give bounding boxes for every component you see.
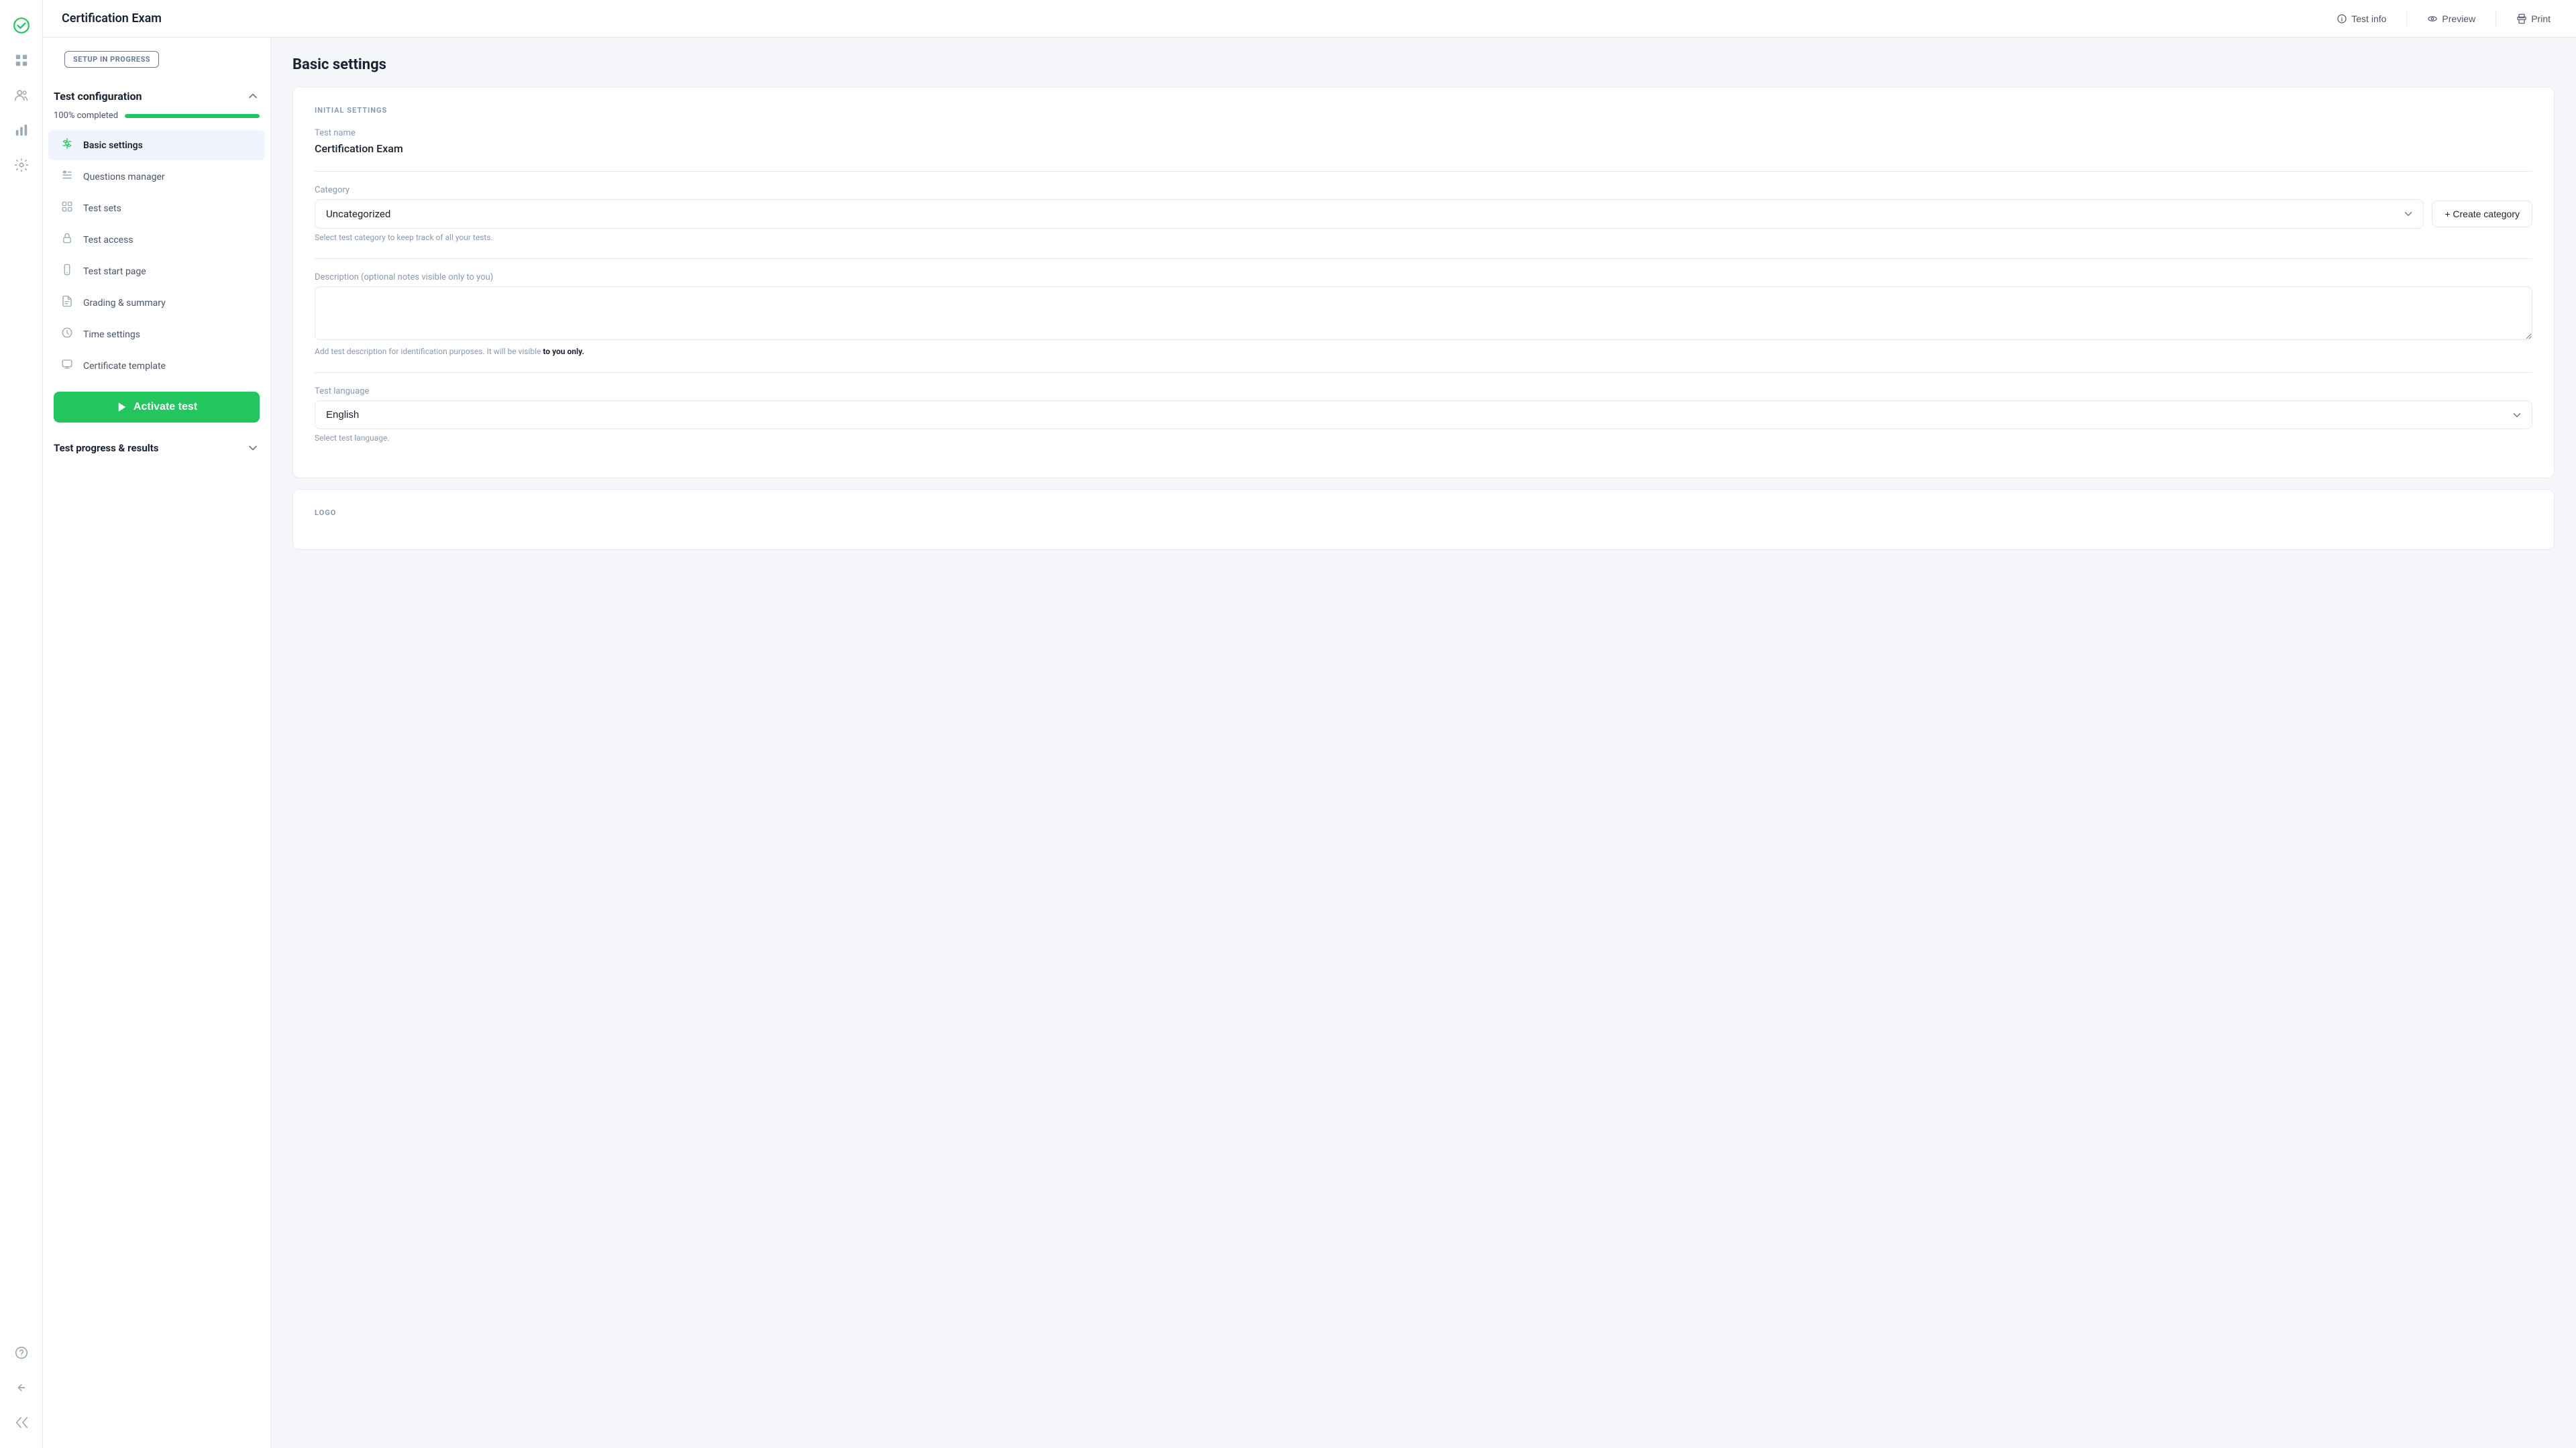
preview-label: Preview bbox=[2442, 13, 2475, 24]
header-actions: Test info Preview Print bbox=[2330, 9, 2557, 28]
preview-button[interactable]: Preview bbox=[2420, 9, 2482, 28]
description-hint: Add test description for identification … bbox=[315, 347, 2532, 356]
sidebar-help[interactable] bbox=[7, 1338, 36, 1368]
test-info-button[interactable]: Test info bbox=[2330, 9, 2393, 28]
info-icon bbox=[2337, 13, 2347, 24]
nav-test-sets[interactable]: Test sets bbox=[48, 193, 265, 223]
print-button[interactable]: Print bbox=[2510, 9, 2557, 28]
phone-icon bbox=[59, 264, 75, 279]
nav-time-settings[interactable]: Time settings bbox=[48, 319, 265, 349]
top-header: Certification Exam Test info Preview bbox=[43, 0, 2576, 38]
test-name-value: Certification Exam bbox=[315, 142, 2532, 155]
language-label: Test language bbox=[315, 386, 2532, 396]
badge-icon bbox=[59, 358, 75, 374]
sidebar-gear[interactable] bbox=[7, 150, 36, 180]
sidebar-back[interactable] bbox=[7, 1373, 36, 1402]
nav-test-access-label: Test access bbox=[83, 235, 133, 245]
nav-time-settings-label: Time settings bbox=[83, 329, 140, 340]
test-config-section[interactable]: Test configuration bbox=[43, 84, 270, 108]
description-label: Description (optional notes visible only… bbox=[315, 272, 2532, 282]
nav-grading-label: Grading & summary bbox=[83, 298, 166, 309]
nav-certificate-label: Certificate template bbox=[83, 361, 166, 372]
create-category-label: + Create category bbox=[2445, 209, 2520, 219]
collapse-icon bbox=[246, 89, 260, 103]
print-icon bbox=[2516, 13, 2527, 24]
description-hint-bold: to you only. bbox=[543, 347, 584, 356]
sidebar-users[interactable] bbox=[7, 80, 36, 110]
language-dropdown-wrapper: English bbox=[315, 400, 2532, 429]
test-progress-title: Test progress & results bbox=[54, 442, 158, 454]
config-sidebar: SETUP IN PROGRESS Test configuration 100… bbox=[43, 38, 271, 1448]
initial-settings-label: INITIAL SETTINGS bbox=[315, 106, 2532, 115]
test-info-label: Test info bbox=[2351, 13, 2386, 24]
category-dropdown-wrapper: Uncategorized + Create category bbox=[315, 199, 2532, 229]
sidebar-collapse[interactable] bbox=[7, 1408, 36, 1437]
create-category-button[interactable]: + Create category bbox=[2432, 201, 2532, 227]
setup-badge: SETUP IN PROGRESS bbox=[64, 51, 159, 68]
nav-basic-settings[interactable]: Basic settings bbox=[48, 130, 265, 160]
test-progress-section[interactable]: Test progress & results bbox=[43, 433, 270, 463]
nav-test-access[interactable]: Test access bbox=[48, 225, 265, 255]
logo-settings-card: LOGO bbox=[292, 489, 2555, 550]
category-dropdown[interactable]: Uncategorized bbox=[315, 199, 2424, 229]
divider-3 bbox=[315, 372, 2532, 373]
nav-certificate-template[interactable]: Certificate template bbox=[48, 351, 265, 381]
description-textarea[interactable] bbox=[315, 286, 2532, 340]
progress-bar-fill bbox=[125, 114, 260, 118]
description-group: Description (optional notes visible only… bbox=[315, 272, 2532, 356]
nav-basic-settings-label: Basic settings bbox=[83, 140, 143, 151]
main-content: Basic settings INITIAL SETTINGS Test nam… bbox=[271, 38, 2576, 1448]
initial-settings-card: INITIAL SETTINGS Test name Certification… bbox=[292, 87, 2555, 478]
language-hint: Select test language. bbox=[315, 433, 2532, 443]
chevron-down-icon bbox=[246, 441, 260, 455]
category-hint: Select test category to keep track of al… bbox=[315, 233, 2532, 242]
divider-2 bbox=[315, 258, 2532, 259]
test-name-label: Test name bbox=[315, 128, 2532, 138]
eye-icon bbox=[2427, 13, 2438, 24]
sidebar-logo[interactable] bbox=[7, 11, 36, 40]
header-divider bbox=[2406, 11, 2407, 27]
divider-1 bbox=[315, 171, 2532, 172]
icon-sidebar bbox=[0, 0, 43, 1448]
category-label: Category bbox=[315, 185, 2532, 195]
grid2-icon bbox=[59, 201, 75, 216]
activate-label: Activate test bbox=[133, 401, 197, 413]
logo-section-label: LOGO bbox=[315, 508, 2532, 517]
nav-test-start-page[interactable]: Test start page bbox=[48, 256, 265, 286]
nav-questions-label: Questions manager bbox=[83, 172, 165, 182]
language-dropdown[interactable]: English bbox=[315, 400, 2532, 429]
page-title: Certification Exam bbox=[62, 11, 162, 25]
lock-icon bbox=[59, 232, 75, 247]
test-name-group: Test name Certification Exam bbox=[315, 128, 2532, 155]
nav-grading-summary[interactable]: Grading & summary bbox=[48, 288, 265, 318]
sidebar-chart[interactable] bbox=[7, 115, 36, 145]
sliders-icon bbox=[59, 137, 75, 153]
sidebar-grid[interactable] bbox=[7, 46, 36, 75]
category-group: Category Uncategorized + Create category bbox=[315, 185, 2532, 242]
description-hint-prefix: Add test description for identification … bbox=[315, 347, 543, 356]
nav-test-start-label: Test start page bbox=[83, 266, 146, 277]
nav-questions-manager[interactable]: Questions manager bbox=[48, 162, 265, 192]
progress-label: 100% completed bbox=[54, 111, 118, 121]
content-area: SETUP IN PROGRESS Test configuration 100… bbox=[43, 38, 2576, 1448]
nav-test-sets-label: Test sets bbox=[83, 203, 121, 214]
print-label: Print bbox=[2531, 13, 2551, 24]
activate-test-button[interactable]: Activate test bbox=[54, 392, 260, 423]
category-value: Uncategorized bbox=[326, 208, 390, 220]
basic-settings-title: Basic settings bbox=[292, 56, 2555, 73]
clock-icon bbox=[59, 327, 75, 342]
file-icon bbox=[59, 295, 75, 311]
language-group: Test language English Select test langua… bbox=[315, 386, 2532, 443]
list-icon bbox=[59, 169, 75, 184]
progress-row: 100% completed bbox=[43, 108, 270, 129]
test-config-title: Test configuration bbox=[54, 90, 142, 103]
play-icon bbox=[116, 401, 128, 413]
progress-bar-bg bbox=[125, 114, 260, 118]
